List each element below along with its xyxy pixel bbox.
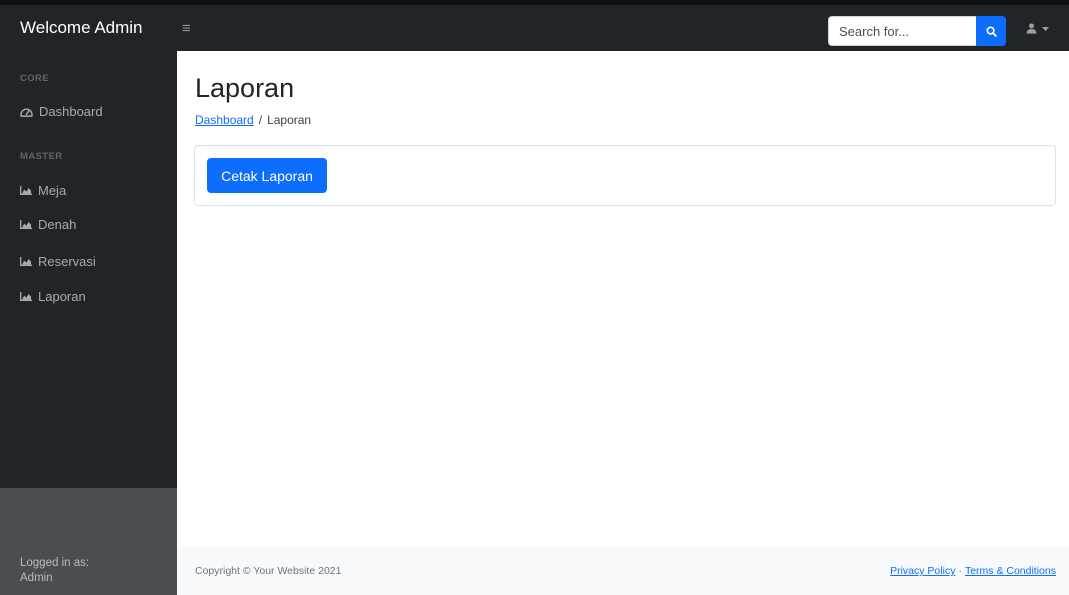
chart-area-icon	[20, 257, 32, 266]
sidebar-item-meja[interactable]: Meja	[20, 183, 66, 198]
tachometer-icon	[20, 108, 33, 117]
sidebar-item-label: Dashboard	[39, 104, 103, 119]
sidebar-item-denah[interactable]: Denah	[20, 217, 76, 232]
sidebar-item-label: Denah	[38, 217, 77, 232]
search-form	[828, 16, 1006, 46]
breadcrumb-link-dashboard[interactable]: Dashboard	[195, 113, 254, 127]
chart-area-icon	[20, 292, 32, 301]
terms-link[interactable]: Terms & Conditions	[965, 565, 1056, 577]
chart-area-icon	[20, 220, 32, 229]
page-footer: Copyright © Your Website 2021 Privacy Po…	[177, 547, 1069, 595]
navbar-brand[interactable]: Welcome Admin	[0, 18, 176, 38]
caret-down-icon	[1042, 26, 1049, 31]
sidebar-item-dashboard[interactable]: Dashboard	[20, 104, 103, 119]
sidebar-item-label: Reservasi	[38, 254, 96, 269]
logged-in-label: Logged in as:	[20, 557, 90, 569]
breadcrumb: Dashboard / Laporan	[195, 113, 311, 127]
sidebar-item-reservasi[interactable]: Reservasi	[20, 254, 96, 269]
sidebar-heading-master: MASTER	[20, 151, 63, 162]
sidebar-heading-core: CORE	[20, 73, 50, 84]
user-icon	[1026, 23, 1037, 34]
main-content: Laporan Dashboard / Laporan Cetak Lapora…	[177, 51, 1069, 595]
page-title: Laporan	[195, 73, 295, 103]
chart-area-icon	[20, 186, 32, 195]
sidebar-item-label: Meja	[38, 183, 67, 198]
search-button[interactable]	[976, 16, 1006, 46]
print-report-button[interactable]: Cetak Laporan	[207, 158, 327, 193]
sidebar-footer: Logged in as: Admin	[0, 488, 177, 595]
copyright-text: Copyright © Your Website 2021	[195, 565, 342, 577]
footer-separator: ·	[958, 565, 962, 577]
hamburger-icon[interactable]: ≡	[182, 20, 191, 37]
breadcrumb-separator: /	[258, 113, 263, 127]
footer-links: Privacy Policy · Terms & Conditions	[890, 565, 1056, 577]
sidebar-item-laporan[interactable]: Laporan	[20, 289, 86, 304]
search-icon	[985, 25, 997, 37]
user-dropdown[interactable]	[1026, 23, 1049, 34]
breadcrumb-current: Laporan	[267, 113, 312, 127]
report-card: Cetak Laporan	[194, 145, 1056, 206]
privacy-policy-link[interactable]: Privacy Policy	[890, 565, 955, 577]
logged-in-user: Admin	[20, 572, 53, 584]
sidebar-item-label: Laporan	[38, 289, 86, 304]
top-navbar: Welcome Admin ≡	[0, 0, 1069, 51]
search-input[interactable]	[828, 16, 976, 46]
